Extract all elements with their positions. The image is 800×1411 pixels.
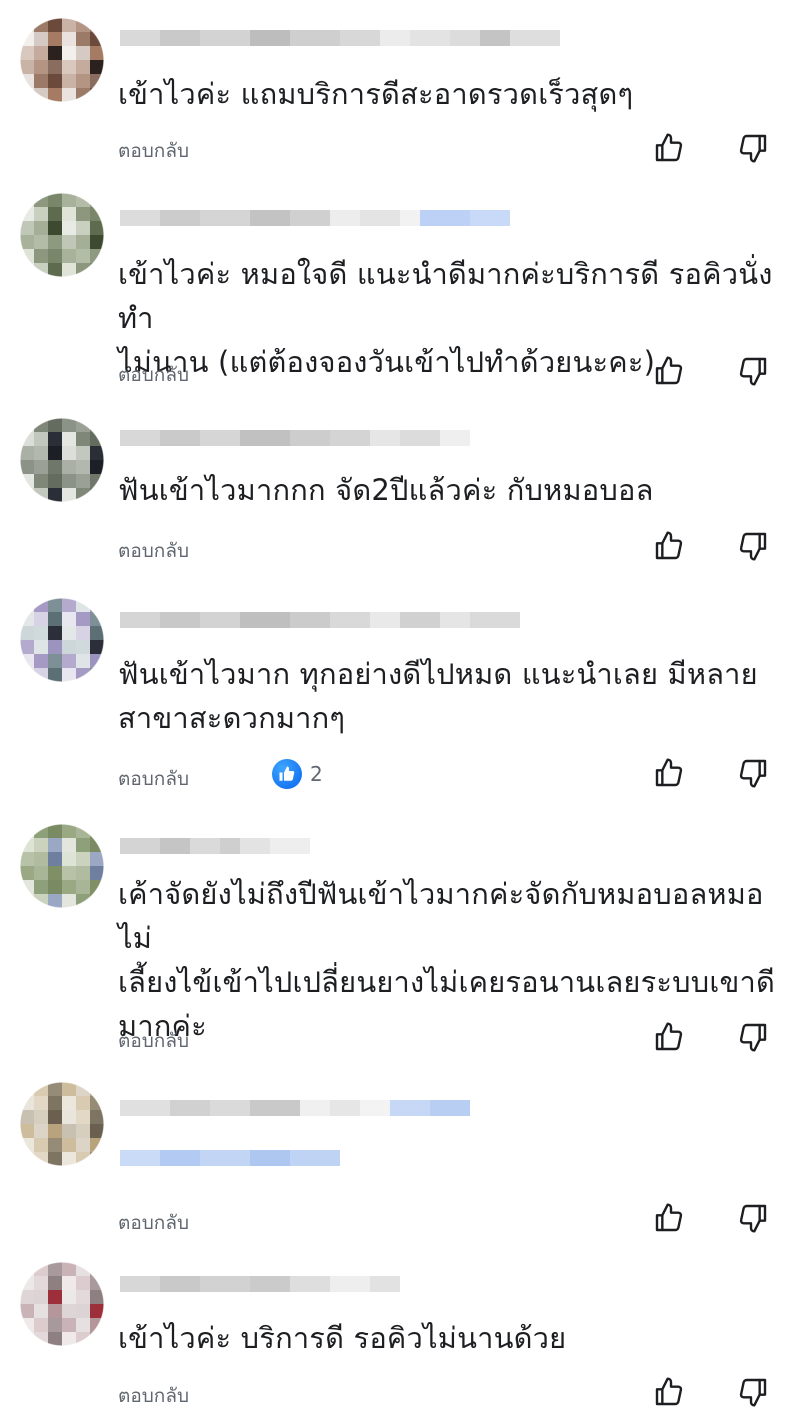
comment-text: ฟันเข้าไวมากกก จัด2ปีแล้วค่ะ กับหมอบอล [118, 473, 654, 507]
like-button[interactable] [651, 528, 687, 564]
dislike-button[interactable] [735, 130, 771, 166]
reaction-count: 2 [310, 762, 323, 786]
avatar[interactable] [20, 193, 104, 277]
thumbs-down-icon [739, 1378, 767, 1407]
reply-button[interactable]: ตอบกลับ [118, 764, 189, 794]
like-button[interactable] [651, 755, 687, 791]
reply-button[interactable]: ตอบกลับ [118, 1208, 189, 1238]
thumbs-down-icon [739, 357, 767, 386]
reply-button[interactable]: ตอบกลับ [118, 136, 189, 166]
avatar[interactable] [20, 418, 104, 502]
thumbs-down-icon [739, 1023, 767, 1052]
like-button[interactable] [651, 1200, 687, 1236]
avatar[interactable] [20, 824, 104, 908]
thumbs-down-icon [739, 134, 767, 163]
dislike-button[interactable] [735, 1374, 771, 1410]
like-reaction-icon [272, 759, 302, 789]
avatar[interactable] [20, 1262, 104, 1346]
commenter-name[interactable] [120, 1276, 400, 1292]
reply-button[interactable]: ตอบกลับ [118, 1381, 189, 1411]
reaction-summary[interactable]: 2 [272, 759, 323, 789]
comment-text: เข้าไวค่ะ หมอใจดี แนะนำดีมากค่ะบริการดี … [118, 257, 773, 379]
comment-text: เข้าไวค่ะ บริการดี รอคิวไม่นานด้วย [118, 1321, 567, 1355]
commenter-name[interactable] [120, 430, 470, 446]
reply-button[interactable]: ตอบกลับ [118, 536, 189, 566]
comment-text: ฟันเข้าไวมาก ทุกอย่างดีไปหมด แนะนำเลย มี… [118, 657, 758, 735]
comment-text: เข้าไวค่ะ แถมบริการดีสะอาดรวดเร็วสุดๆ [118, 77, 634, 111]
thumbs-up-icon [655, 1377, 683, 1406]
thumbs-up-icon [655, 758, 683, 787]
thumbs-up-icon [655, 531, 683, 560]
commenter-name[interactable] [120, 1100, 470, 1116]
thumbs-up-icon [655, 356, 683, 385]
dislike-button[interactable] [735, 528, 771, 564]
commenter-name[interactable] [120, 612, 520, 628]
comment-text: เค้าจัดยังไม่ถึงปีฟันเข้าไวมากค่ะจัดกับห… [118, 877, 776, 1043]
thumbs-up-icon [655, 133, 683, 162]
like-button[interactable] [651, 130, 687, 166]
commenter-name[interactable] [120, 30, 560, 46]
thumbs-up-icon [655, 1203, 683, 1232]
reply-button[interactable]: ตอบกลับ [118, 360, 189, 390]
commenter-name[interactable] [120, 210, 510, 226]
thumbs-down-icon [739, 532, 767, 561]
dislike-button[interactable] [735, 1200, 771, 1236]
dislike-button[interactable] [735, 353, 771, 389]
dislike-button[interactable] [735, 755, 771, 791]
avatar[interactable] [20, 18, 104, 102]
thumbs-up-icon [655, 1022, 683, 1051]
blurred-comment-content [120, 1150, 340, 1166]
thumbs-down-icon [739, 759, 767, 788]
like-button[interactable] [651, 1019, 687, 1055]
commenter-name[interactable] [120, 838, 310, 854]
thumbs-down-icon [739, 1204, 767, 1233]
like-button[interactable] [651, 1374, 687, 1410]
dislike-button[interactable] [735, 1019, 771, 1055]
avatar[interactable] [20, 1082, 104, 1166]
like-button[interactable] [651, 353, 687, 389]
avatar[interactable] [20, 598, 104, 682]
reply-button[interactable]: ตอบกลับ [118, 1026, 189, 1056]
